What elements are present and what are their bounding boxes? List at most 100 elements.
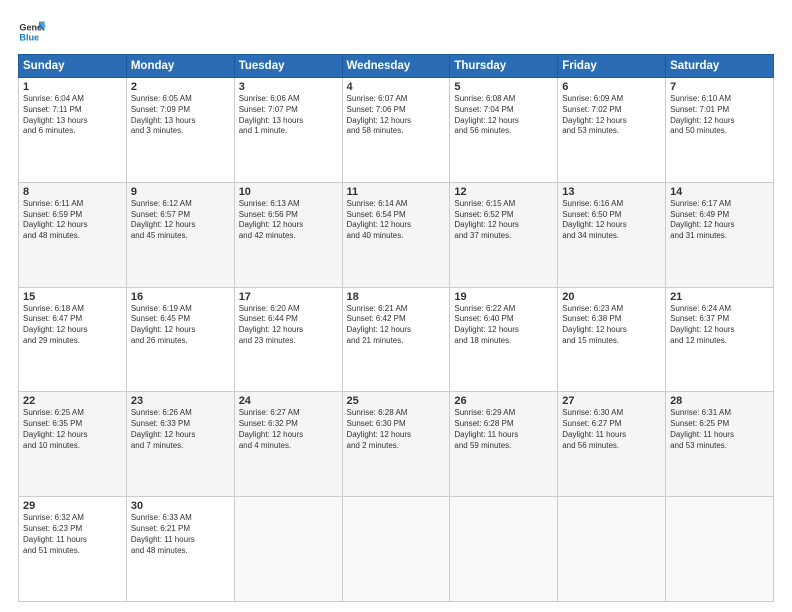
- calendar-table: SundayMondayTuesdayWednesdayThursdayFrid…: [18, 54, 774, 602]
- day-info: Sunrise: 6:06 AM Sunset: 7:07 PM Dayligh…: [239, 94, 338, 137]
- calendar-cell: 3Sunrise: 6:06 AM Sunset: 7:07 PM Daylig…: [234, 78, 342, 183]
- day-info: Sunrise: 6:23 AM Sunset: 6:38 PM Dayligh…: [562, 304, 661, 347]
- calendar-cell: 16Sunrise: 6:19 AM Sunset: 6:45 PM Dayli…: [126, 287, 234, 392]
- day-info: Sunrise: 6:20 AM Sunset: 6:44 PM Dayligh…: [239, 304, 338, 347]
- page: General Blue SundayMondayTuesdayWednesda…: [0, 0, 792, 612]
- logo: General Blue: [18, 18, 46, 46]
- calendar-cell: 13Sunrise: 6:16 AM Sunset: 6:50 PM Dayli…: [558, 182, 666, 287]
- calendar-cell: 22Sunrise: 6:25 AM Sunset: 6:35 PM Dayli…: [19, 392, 127, 497]
- calendar-cell: 17Sunrise: 6:20 AM Sunset: 6:44 PM Dayli…: [234, 287, 342, 392]
- day-number: 26: [454, 395, 553, 407]
- day-info: Sunrise: 6:05 AM Sunset: 7:09 PM Dayligh…: [131, 94, 230, 137]
- calendar-header-monday: Monday: [126, 55, 234, 78]
- day-number: 16: [131, 291, 230, 303]
- calendar-cell: 1Sunrise: 6:04 AM Sunset: 7:11 PM Daylig…: [19, 78, 127, 183]
- calendar-cell: [234, 497, 342, 602]
- day-number: 28: [670, 395, 769, 407]
- day-number: 11: [347, 186, 446, 198]
- day-info: Sunrise: 6:30 AM Sunset: 6:27 PM Dayligh…: [562, 408, 661, 451]
- day-number: 17: [239, 291, 338, 303]
- day-number: 21: [670, 291, 769, 303]
- day-number: 9: [131, 186, 230, 198]
- day-info: Sunrise: 6:14 AM Sunset: 6:54 PM Dayligh…: [347, 199, 446, 242]
- day-number: 27: [562, 395, 661, 407]
- day-number: 24: [239, 395, 338, 407]
- day-number: 19: [454, 291, 553, 303]
- day-info: Sunrise: 6:25 AM Sunset: 6:35 PM Dayligh…: [23, 408, 122, 451]
- calendar-cell: [558, 497, 666, 602]
- calendar-header-wednesday: Wednesday: [342, 55, 450, 78]
- day-number: 15: [23, 291, 122, 303]
- day-info: Sunrise: 6:09 AM Sunset: 7:02 PM Dayligh…: [562, 94, 661, 137]
- day-info: Sunrise: 6:16 AM Sunset: 6:50 PM Dayligh…: [562, 199, 661, 242]
- calendar-cell: 4Sunrise: 6:07 AM Sunset: 7:06 PM Daylig…: [342, 78, 450, 183]
- day-info: Sunrise: 6:17 AM Sunset: 6:49 PM Dayligh…: [670, 199, 769, 242]
- day-number: 3: [239, 81, 338, 93]
- calendar-header-sunday: Sunday: [19, 55, 127, 78]
- day-info: Sunrise: 6:08 AM Sunset: 7:04 PM Dayligh…: [454, 94, 553, 137]
- day-info: Sunrise: 6:31 AM Sunset: 6:25 PM Dayligh…: [670, 408, 769, 451]
- day-info: Sunrise: 6:29 AM Sunset: 6:28 PM Dayligh…: [454, 408, 553, 451]
- day-number: 14: [670, 186, 769, 198]
- calendar-cell: 27Sunrise: 6:30 AM Sunset: 6:27 PM Dayli…: [558, 392, 666, 497]
- day-number: 29: [23, 500, 122, 512]
- day-info: Sunrise: 6:32 AM Sunset: 6:23 PM Dayligh…: [23, 513, 122, 556]
- calendar-cell: [666, 497, 774, 602]
- svg-text:Blue: Blue: [19, 32, 39, 42]
- day-number: 8: [23, 186, 122, 198]
- calendar-cell: 12Sunrise: 6:15 AM Sunset: 6:52 PM Dayli…: [450, 182, 558, 287]
- calendar-cell: 9Sunrise: 6:12 AM Sunset: 6:57 PM Daylig…: [126, 182, 234, 287]
- calendar-cell: 18Sunrise: 6:21 AM Sunset: 6:42 PM Dayli…: [342, 287, 450, 392]
- calendar-header-thursday: Thursday: [450, 55, 558, 78]
- calendar-cell: [342, 497, 450, 602]
- calendar-cell: [450, 497, 558, 602]
- day-info: Sunrise: 6:18 AM Sunset: 6:47 PM Dayligh…: [23, 304, 122, 347]
- day-number: 2: [131, 81, 230, 93]
- calendar-week-5: 29Sunrise: 6:32 AM Sunset: 6:23 PM Dayli…: [19, 497, 774, 602]
- calendar-header-row: SundayMondayTuesdayWednesdayThursdayFrid…: [19, 55, 774, 78]
- day-number: 6: [562, 81, 661, 93]
- calendar-week-3: 15Sunrise: 6:18 AM Sunset: 6:47 PM Dayli…: [19, 287, 774, 392]
- day-info: Sunrise: 6:21 AM Sunset: 6:42 PM Dayligh…: [347, 304, 446, 347]
- calendar-cell: 23Sunrise: 6:26 AM Sunset: 6:33 PM Dayli…: [126, 392, 234, 497]
- day-info: Sunrise: 6:19 AM Sunset: 6:45 PM Dayligh…: [131, 304, 230, 347]
- day-info: Sunrise: 6:11 AM Sunset: 6:59 PM Dayligh…: [23, 199, 122, 242]
- day-info: Sunrise: 6:12 AM Sunset: 6:57 PM Dayligh…: [131, 199, 230, 242]
- day-info: Sunrise: 6:13 AM Sunset: 6:56 PM Dayligh…: [239, 199, 338, 242]
- logo-icon: General Blue: [18, 18, 46, 46]
- calendar-cell: 19Sunrise: 6:22 AM Sunset: 6:40 PM Dayli…: [450, 287, 558, 392]
- day-number: 5: [454, 81, 553, 93]
- day-info: Sunrise: 6:10 AM Sunset: 7:01 PM Dayligh…: [670, 94, 769, 137]
- calendar-cell: 28Sunrise: 6:31 AM Sunset: 6:25 PM Dayli…: [666, 392, 774, 497]
- calendar-cell: 8Sunrise: 6:11 AM Sunset: 6:59 PM Daylig…: [19, 182, 127, 287]
- day-info: Sunrise: 6:22 AM Sunset: 6:40 PM Dayligh…: [454, 304, 553, 347]
- calendar-header-friday: Friday: [558, 55, 666, 78]
- day-number: 22: [23, 395, 122, 407]
- day-info: Sunrise: 6:27 AM Sunset: 6:32 PM Dayligh…: [239, 408, 338, 451]
- day-number: 1: [23, 81, 122, 93]
- day-number: 7: [670, 81, 769, 93]
- day-info: Sunrise: 6:26 AM Sunset: 6:33 PM Dayligh…: [131, 408, 230, 451]
- day-number: 13: [562, 186, 661, 198]
- day-number: 23: [131, 395, 230, 407]
- day-number: 4: [347, 81, 446, 93]
- calendar-week-2: 8Sunrise: 6:11 AM Sunset: 6:59 PM Daylig…: [19, 182, 774, 287]
- calendar-week-4: 22Sunrise: 6:25 AM Sunset: 6:35 PM Dayli…: [19, 392, 774, 497]
- header: General Blue: [18, 18, 774, 46]
- day-number: 12: [454, 186, 553, 198]
- day-info: Sunrise: 6:04 AM Sunset: 7:11 PM Dayligh…: [23, 94, 122, 137]
- calendar-cell: 26Sunrise: 6:29 AM Sunset: 6:28 PM Dayli…: [450, 392, 558, 497]
- calendar-cell: 10Sunrise: 6:13 AM Sunset: 6:56 PM Dayli…: [234, 182, 342, 287]
- calendar-cell: 15Sunrise: 6:18 AM Sunset: 6:47 PM Dayli…: [19, 287, 127, 392]
- day-number: 18: [347, 291, 446, 303]
- calendar-cell: 24Sunrise: 6:27 AM Sunset: 6:32 PM Dayli…: [234, 392, 342, 497]
- calendar-cell: 25Sunrise: 6:28 AM Sunset: 6:30 PM Dayli…: [342, 392, 450, 497]
- calendar-cell: 20Sunrise: 6:23 AM Sunset: 6:38 PM Dayli…: [558, 287, 666, 392]
- day-number: 10: [239, 186, 338, 198]
- calendar-header-saturday: Saturday: [666, 55, 774, 78]
- day-info: Sunrise: 6:15 AM Sunset: 6:52 PM Dayligh…: [454, 199, 553, 242]
- day-number: 30: [131, 500, 230, 512]
- calendar-week-1: 1Sunrise: 6:04 AM Sunset: 7:11 PM Daylig…: [19, 78, 774, 183]
- calendar-cell: 14Sunrise: 6:17 AM Sunset: 6:49 PM Dayli…: [666, 182, 774, 287]
- calendar-cell: 29Sunrise: 6:32 AM Sunset: 6:23 PM Dayli…: [19, 497, 127, 602]
